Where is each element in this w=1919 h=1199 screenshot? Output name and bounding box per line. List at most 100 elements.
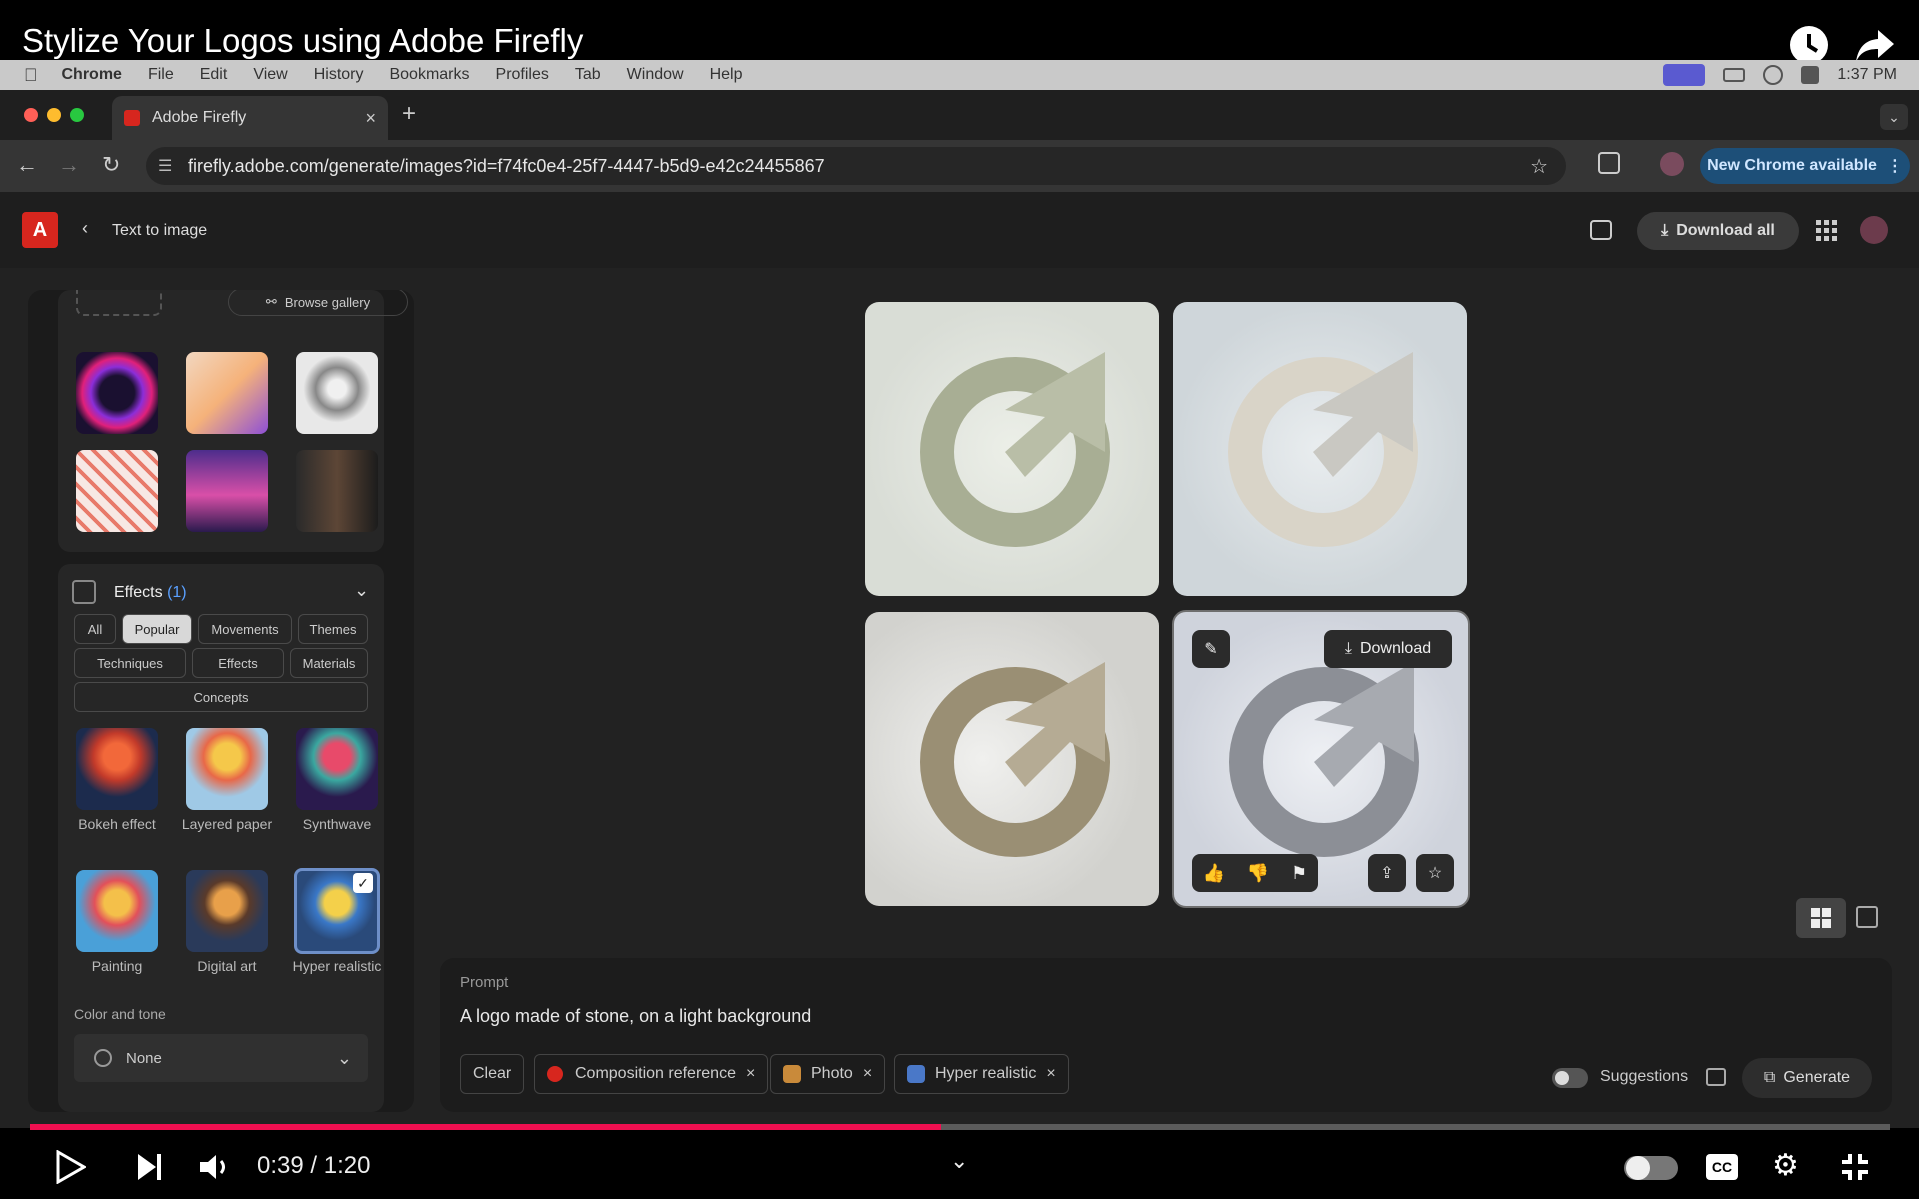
menu-help[interactable]: Help (710, 66, 743, 84)
favorite-star-icon[interactable]: ☆ (1416, 854, 1454, 892)
chevron-down-icon[interactable]: ⌄ (950, 1148, 968, 1174)
tab-search-icon[interactable]: ⌄ (1880, 104, 1908, 130)
prompt-input[interactable]: A logo made of stone, on a light backgro… (460, 1006, 811, 1027)
chip-effects[interactable]: Effects (192, 648, 284, 678)
generated-image[interactable] (865, 612, 1159, 906)
effect-thumbnail[interactable] (186, 870, 268, 952)
prompt-panel: Prompt A logo made of stone, on a light … (440, 958, 1892, 1112)
remove-tag-icon[interactable]: × (1046, 1065, 1055, 1083)
download-button[interactable]: ⤓ Download (1324, 630, 1452, 668)
generated-image[interactable] (865, 302, 1159, 596)
forward-icon[interactable]: → (58, 152, 80, 178)
generated-image-hovered[interactable]: ✎ ⤓ Download 👍 👎 ⚑ ⇪ ☆ (1172, 610, 1470, 908)
chip-themes[interactable]: Themes (298, 614, 368, 644)
download-all-button[interactable]: ⤓ Download all (1637, 212, 1799, 250)
menubar-status-icon[interactable] (1723, 68, 1746, 82)
apps-grid-icon[interactable] (1816, 220, 1838, 242)
style-thumbnail[interactable] (296, 352, 378, 434)
back-chevron-icon[interactable]: ‹ (82, 218, 88, 239)
clear-button[interactable]: Clear (460, 1054, 525, 1094)
adobe-logo-icon[interactable]: A (22, 212, 58, 248)
menu-tab[interactable]: Tab (575, 66, 601, 84)
palette-icon (94, 1049, 112, 1067)
settings-toggle-icon[interactable] (1706, 1068, 1726, 1086)
page-title[interactable]: Text to image (112, 222, 207, 240)
browse-gallery-button[interactable]: ⚯ Browse gallery (228, 290, 408, 316)
style-thumbnail[interactable] (186, 352, 268, 434)
effects-header[interactable]: Effects (1) (114, 584, 187, 602)
mac-menubar:  Chrome File Edit View History Bookmark… (0, 60, 1919, 90)
checkmark-icon: ✓ (353, 873, 373, 893)
chevron-down-icon[interactable]: ⌄ (354, 580, 369, 601)
bookmark-star-icon[interactable]: ☆ (1530, 154, 1548, 179)
tag-hyper-realistic[interactable]: Hyper realistic × (894, 1054, 1069, 1094)
autoplay-toggle[interactable] (1624, 1156, 1678, 1180)
color-tone-select[interactable]: None ⌄ (74, 1034, 368, 1082)
maximize-window-button[interactable] (70, 108, 84, 122)
chip-techniques[interactable]: Techniques (74, 648, 186, 678)
extensions-icon[interactable] (1598, 152, 1620, 174)
menu-profiles[interactable]: Profiles (496, 66, 549, 84)
flag-icon[interactable]: ⚑ (1291, 863, 1307, 884)
effect-thumbnail-selected[interactable]: ✓ (294, 868, 380, 954)
style-thumbnail[interactable] (186, 450, 268, 532)
apple-icon[interactable]:  (24, 65, 38, 86)
exit-fullscreen-icon[interactable] (1840, 1152, 1870, 1187)
profile-avatar[interactable] (1660, 152, 1684, 176)
user-avatar[interactable] (1860, 216, 1888, 244)
chip-concepts[interactable]: Concepts (74, 682, 368, 712)
new-tab-icon[interactable]: + (402, 100, 416, 128)
play-icon[interactable] (56, 1149, 88, 1189)
reload-icon[interactable]: ↻ (102, 152, 120, 178)
menu-edit[interactable]: Edit (200, 66, 228, 84)
single-view-icon[interactable] (1856, 906, 1878, 928)
site-settings-icon[interactable]: ☰ (158, 156, 172, 176)
tag-composition-reference[interactable]: Composition reference × (534, 1054, 769, 1094)
browser-tab[interactable]: Adobe Firefly × (112, 96, 388, 140)
feedback-icon[interactable] (1590, 220, 1612, 240)
settings-gear-icon[interactable]: ⚙ (1772, 1148, 1799, 1183)
generated-image[interactable] (1173, 302, 1467, 596)
remove-tag-icon[interactable]: × (863, 1065, 872, 1083)
menu-history[interactable]: History (314, 66, 364, 84)
screen-share-icon[interactable] (1663, 64, 1706, 86)
effect-thumbnail[interactable] (296, 728, 378, 810)
menu-window[interactable]: Window (627, 66, 684, 84)
menu-bookmarks[interactable]: Bookmarks (389, 66, 469, 84)
chip-all[interactable]: All (74, 614, 116, 644)
upload-image-box[interactable] (76, 290, 162, 316)
volume-icon[interactable] (198, 1152, 232, 1187)
style-thumbnail[interactable] (76, 450, 158, 532)
edit-icon[interactable]: ✎ (1192, 630, 1230, 668)
menubar-status-icon[interactable] (1801, 66, 1820, 84)
share-icon[interactable]: ⇪ (1368, 854, 1406, 892)
effect-thumbnail[interactable] (76, 870, 158, 952)
remove-tag-icon[interactable]: × (746, 1065, 755, 1083)
tag-photo[interactable]: Photo × (770, 1054, 886, 1094)
generate-button[interactable]: ⧉ Generate (1742, 1058, 1872, 1098)
thumbs-up-icon[interactable]: 👍 (1203, 863, 1225, 884)
effect-label: Layered paper (181, 816, 273, 832)
effect-thumbnail[interactable] (186, 728, 268, 810)
new-chrome-button[interactable]: New Chrome available ⋮ (1700, 148, 1910, 184)
address-bar[interactable]: ☰ firefly.adobe.com/generate/images?id=f… (146, 147, 1566, 185)
menu-view[interactable]: View (253, 66, 287, 84)
menubar-status-icon[interactable] (1763, 65, 1784, 85)
menu-file[interactable]: File (148, 66, 174, 84)
chip-materials[interactable]: Materials (290, 648, 368, 678)
thumbs-down-icon[interactable]: 👎 (1247, 863, 1269, 884)
back-icon[interactable]: ← (16, 152, 38, 178)
close-window-button[interactable] (24, 108, 38, 122)
close-tab-icon[interactable]: × (365, 108, 376, 129)
next-icon[interactable] (136, 1152, 164, 1187)
style-thumbnail[interactable] (296, 450, 378, 532)
menu-chrome[interactable]: Chrome (62, 66, 122, 84)
effect-thumbnail[interactable] (76, 728, 158, 810)
style-thumbnail[interactable] (76, 352, 158, 434)
minimize-window-button[interactable] (47, 108, 61, 122)
suggestions-toggle[interactable] (1552, 1068, 1588, 1088)
captions-icon[interactable]: CC (1706, 1154, 1738, 1180)
grid-view-icon[interactable] (1796, 898, 1846, 938)
chip-movements[interactable]: Movements (198, 614, 292, 644)
chip-popular[interactable]: Popular (122, 614, 192, 644)
